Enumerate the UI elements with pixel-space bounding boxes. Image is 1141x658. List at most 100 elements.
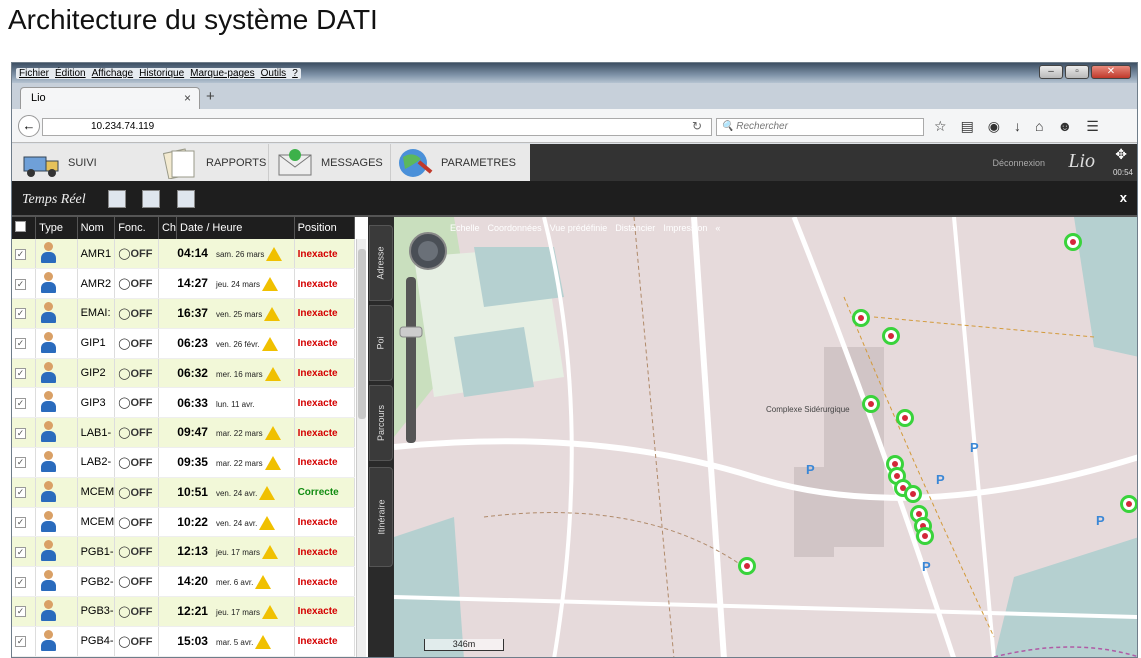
map-toolbar: Echelle Coordonnées Vue prédéfinie Dista… [450, 223, 720, 233]
brand-logo: Lio [1068, 150, 1095, 172]
logout-link[interactable]: Déconnexion [992, 158, 1045, 168]
table-row[interactable]: ✓ GIP1 ◯OFF 06:23 ven. 26 févr. Inexacte [12, 328, 356, 359]
scroll-thumb[interactable] [358, 249, 366, 419]
row-checkbox[interactable]: ✓ [12, 239, 37, 270]
pocket-icon[interactable]: ◉ [988, 118, 1000, 135]
row-checkbox[interactable]: ✓ [12, 566, 37, 598]
menu-fichier[interactable]: Fichier [19, 68, 49, 79]
tab-close-icon[interactable]: × [184, 91, 191, 105]
bookmark-star-icon[interactable]: ☆ [934, 118, 947, 135]
menu-historique[interactable]: Historique [139, 68, 184, 79]
table-row[interactable]: ✓ AMR2 ◯OFF 14:27 jeu. 24 mars Inexacte [12, 268, 356, 300]
table-row[interactable]: ✓ AMR1 ◯OFF 04:14 sam. 26 mars Inexacte [12, 239, 356, 270]
table-row[interactable]: ✓ PGB4- ◯OFF 15:03 mar. 5 avr. Inexacte [12, 626, 356, 657]
warning-icon [259, 485, 276, 500]
tab-itineraire[interactable]: Itinéraire [369, 467, 393, 567]
table-row[interactable]: ✓ MCEM ◯OFF 10:22 ven. 24 avr. Inexacte [12, 507, 356, 538]
row-checkbox[interactable]: ✓ [12, 298, 37, 329]
col-type[interactable]: Type [35, 217, 78, 239]
table-row[interactable]: ✓ EMAI: ◯OFF 16:37 ven. 25 mars Inexacte [12, 298, 356, 329]
col-date[interactable]: Date / Heure [176, 217, 295, 239]
tool-vue-predefinie[interactable]: Vue prédéfinie [550, 223, 608, 233]
row-checkbox[interactable]: ✓ [12, 417, 37, 449]
vehicle-marker-icon[interactable] [896, 409, 914, 427]
row-checkbox[interactable]: ✓ [12, 507, 37, 538]
tab-parametres[interactable]: PARAMETRES [390, 144, 516, 181]
list-scrollbar[interactable] [356, 239, 366, 657]
chat-icon[interactable]: ☻ [1057, 118, 1072, 135]
tab-suivi[interactable]: SUIVI [22, 144, 97, 181]
row-checkbox[interactable]: ✓ [12, 626, 37, 657]
reading-list-icon[interactable]: ▤ [961, 118, 974, 135]
side-tabs: Adresse Poi Parcours Itinéraire [368, 217, 394, 657]
table-row[interactable]: ✓ PGB3- ◯OFF 12:21 jeu. 17 mars Inexacte [12, 596, 356, 627]
vehicle-marker-icon[interactable] [1064, 233, 1082, 251]
row-datetime: 14:20 mer. 6 avr. [158, 566, 295, 598]
move-icon[interactable]: ✥ [1115, 146, 1127, 163]
tab-messages[interactable]: MESSAGES [268, 144, 383, 181]
table-row[interactable]: ✓ PGB1- ◯OFF 12:13 jeu. 17 mars Inexacte [12, 536, 356, 568]
zoom-slider[interactable] [396, 277, 426, 447]
table-row[interactable]: ✓ MCEM ◯OFF 10:51 ven. 24 avr. Correcte [12, 477, 356, 508]
col-ch[interactable]: Ch [158, 217, 178, 239]
tab-rapports[interactable]: RAPPORTS [152, 144, 266, 181]
hamburger-menu-icon[interactable]: ☰ [1086, 118, 1099, 135]
vehicle-marker-icon[interactable] [916, 527, 934, 545]
tab-parcours[interactable]: Parcours [369, 385, 393, 461]
pan-control[interactable] [408, 231, 448, 271]
minimize-button[interactable]: ‒ [1039, 65, 1063, 79]
search-input[interactable]: 🔍 Rechercher [716, 118, 924, 136]
vehicle-marker-icon[interactable] [738, 557, 756, 575]
table-row[interactable]: ✓ LAB2- ◯OFF 09:35 mar. 22 mars Inexacte [12, 447, 356, 478]
vehicle-marker-icon[interactable] [862, 395, 880, 413]
back-icon[interactable]: ← [18, 115, 40, 137]
row-checkbox[interactable]: ✓ [12, 268, 37, 300]
vehicle-marker-icon[interactable] [852, 309, 870, 327]
menu-affichage[interactable]: Affichage [92, 68, 134, 79]
collapse-toolbar-icon[interactable]: « [715, 223, 720, 233]
menu-marque-pages[interactable]: Marque-pages [190, 68, 254, 79]
tool-impression[interactable]: Impression [663, 223, 707, 233]
list-icon[interactable] [142, 190, 160, 208]
map-view-icon[interactable] [177, 190, 195, 208]
row-checkbox[interactable]: ✓ [12, 536, 37, 568]
map-view[interactable]: Echelle Coordonnées Vue prédéfinie Dista… [394, 217, 1137, 657]
menu-edition[interactable]: Édition [55, 68, 86, 79]
browser-tab[interactable]: Lio × [20, 87, 200, 109]
row-checkbox[interactable]: ✓ [12, 447, 37, 478]
table-row[interactable]: ✓ LAB1- ◯OFF 09:47 mar. 22 mars Inexacte [12, 417, 356, 449]
tool-echelle[interactable]: Echelle [450, 223, 480, 233]
col-position[interactable]: Position [294, 217, 356, 239]
row-nom: PGB4- [77, 626, 116, 657]
menu-outils[interactable]: Outils [261, 68, 287, 79]
new-tab-button[interactable]: + [206, 88, 215, 105]
export-icon[interactable] [108, 190, 126, 208]
download-icon[interactable]: ↓ [1014, 118, 1021, 135]
vehicle-marker-icon[interactable] [1120, 495, 1137, 513]
close-window-button[interactable]: ✕ [1091, 65, 1131, 79]
reload-icon[interactable]: ↻ [692, 119, 702, 133]
close-panel-button[interactable]: x [1120, 190, 1127, 205]
url-field[interactable]: 10.234.74.119 [42, 118, 712, 136]
tool-coordonnees[interactable]: Coordonnées [488, 223, 542, 233]
row-checkbox[interactable]: ✓ [12, 596, 37, 627]
menu-aide[interactable]: ? [292, 68, 298, 79]
table-row[interactable]: ✓ GIP3 ◯OFF 06:33 lun. 11 avr. Inexacte [12, 387, 356, 419]
row-checkbox[interactable]: ✓ [12, 328, 37, 359]
table-row[interactable]: ✓ GIP2 ◯OFF 06:32 mer. 16 mars Inexacte [12, 358, 356, 389]
vehicle-marker-icon[interactable] [882, 327, 900, 345]
row-checkbox[interactable]: ✓ [12, 358, 37, 389]
tool-distancier[interactable]: Distancier [615, 223, 655, 233]
row-checkbox[interactable]: ✓ [12, 477, 37, 508]
col-nom[interactable]: Nom [77, 217, 116, 239]
tab-poi[interactable]: Poi [369, 305, 393, 381]
row-checkbox[interactable]: ✓ [12, 387, 37, 419]
table-row[interactable]: ✓ PGB2- ◯OFF 14:20 mer. 6 avr. Inexacte [12, 566, 356, 598]
home-icon[interactable]: ⌂ [1035, 118, 1043, 135]
maximize-button[interactable]: ▫ [1065, 65, 1089, 79]
vehicle-marker-icon[interactable] [904, 485, 922, 503]
col-fonc[interactable]: Fonc. [114, 217, 159, 239]
select-all-checkbox[interactable] [12, 217, 37, 239]
warning-icon [255, 634, 272, 649]
tab-adresse[interactable]: Adresse [369, 225, 393, 301]
